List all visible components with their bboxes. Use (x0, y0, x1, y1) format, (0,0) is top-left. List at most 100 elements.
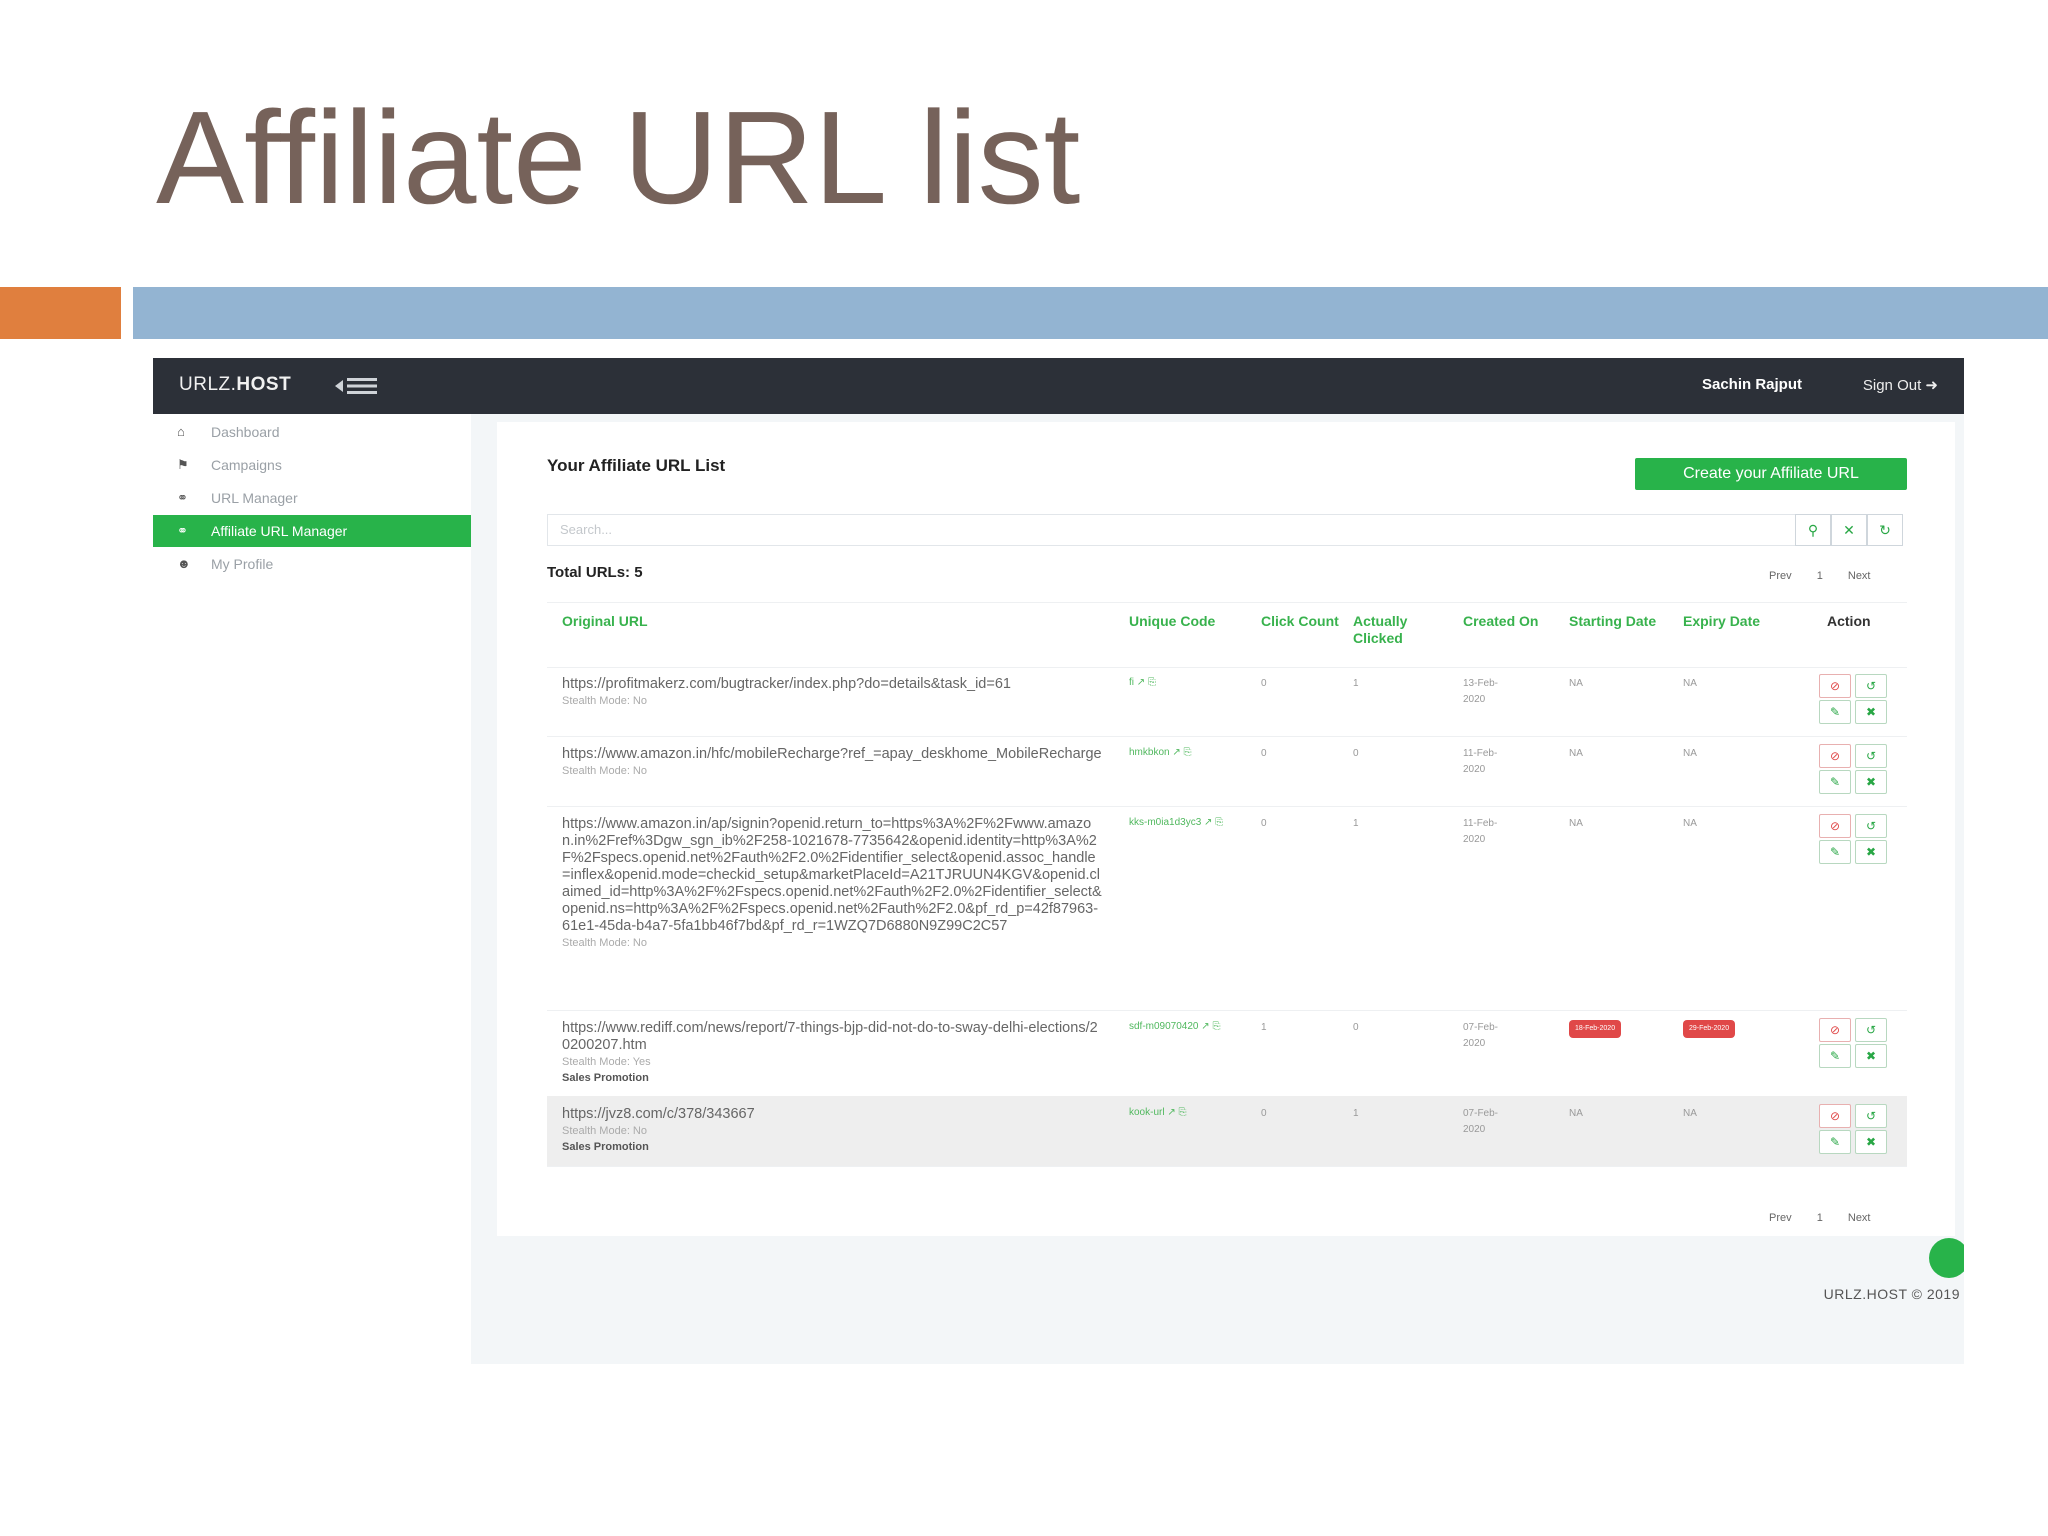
unique-code-link[interactable]: kks-m0ia1d3yc3 (1129, 817, 1201, 828)
disable-icon: ⊘ (1829, 1023, 1841, 1037)
click-count-cell: 0 (1261, 816, 1351, 832)
stealth-mode-label: Stealth Mode: Yes (562, 1056, 651, 1068)
unique-code-cell: kook-url ↗ ⎘ (1129, 1106, 1229, 1120)
reset-icon: ↺ (1865, 1023, 1877, 1037)
create-affiliate-url-button[interactable]: Create your Affiliate URL (1635, 458, 1907, 490)
copy-icon[interactable]: ⎘ (1181, 747, 1192, 758)
original-url-link[interactable]: https://profitmakerz.com/bugtracker/inde… (562, 676, 1102, 693)
slide-title: Affiliate URL list (156, 84, 1081, 231)
delete-icon: ✖ (1865, 775, 1877, 789)
cell-value: 0 (1261, 678, 1267, 689)
disable-button[interactable]: ⊘ (1819, 1018, 1851, 1042)
sidebar-item-my-profile[interactable]: ☻ My Profile (153, 548, 471, 580)
clear-search-button[interactable]: ✕ (1831, 514, 1867, 546)
unique-code-link[interactable]: kook-url (1129, 1107, 1165, 1118)
reset-button[interactable]: ↺ (1855, 1018, 1887, 1042)
cell-value: NA (1683, 678, 1697, 689)
disable-button[interactable]: ⊘ (1819, 1104, 1851, 1128)
disable-button[interactable]: ⊘ (1819, 674, 1851, 698)
refresh-button[interactable]: ↻ (1867, 514, 1903, 546)
pager-page[interactable]: 1 (1817, 570, 1823, 582)
sidebar-item-dashboard[interactable]: ⌂ Dashboard (153, 416, 471, 448)
column-header-expiry-date: Expiry Date (1683, 613, 1761, 629)
reset-button[interactable]: ↺ (1855, 814, 1887, 838)
pager-bottom: Prev 1 Next (1747, 1212, 1871, 1224)
search-button[interactable]: ⚲ (1795, 514, 1831, 546)
delete-button[interactable]: ✖ (1855, 1044, 1887, 1068)
reset-button[interactable]: ↺ (1855, 674, 1887, 698)
menu-toggle-icon[interactable] (335, 375, 381, 397)
delete-icon: ✖ (1865, 1135, 1877, 1149)
sidebar-item-label: My Profile (211, 556, 274, 572)
user-name[interactable]: Sachin Rajput (1702, 376, 1802, 393)
unique-code-cell: kks-m0ia1d3yc3 ↗ ⎘ (1129, 816, 1229, 830)
unique-code-link[interactable]: sdf-m09070420 (1129, 1021, 1199, 1032)
delete-button[interactable]: ✖ (1855, 1130, 1887, 1154)
cell-value: 0 (1353, 1022, 1359, 1033)
cell-value: 0 (1353, 748, 1359, 759)
edit-button[interactable]: ✎ (1819, 840, 1851, 864)
external-link-icon[interactable]: ↗ (1170, 747, 1180, 758)
sidebar-item-campaigns[interactable]: ⚑ Campaigns (153, 449, 471, 481)
external-link-icon[interactable]: ↗ (1134, 677, 1145, 688)
starting-date-cell: NA (1569, 816, 1659, 832)
starting-date-cell: NA (1569, 676, 1659, 692)
delete-button[interactable]: ✖ (1855, 770, 1887, 794)
copy-icon[interactable]: ⎘ (1176, 1107, 1187, 1118)
signout-link[interactable]: Sign Out ➜ (1863, 376, 1938, 394)
table-header: Original URL Unique Code Click Count Actual… (547, 602, 1907, 668)
top-navbar: URLZ.HOST Sachin Rajput Sign Out ➜ (153, 358, 1964, 414)
pager-prev[interactable]: Prev (1769, 1212, 1792, 1224)
sidebar-item-affiliate-url-manager[interactable]: ⚭ Affiliate URL Manager (153, 515, 471, 547)
reset-button[interactable]: ↺ (1855, 1104, 1887, 1128)
copy-icon[interactable]: ⎘ (1210, 1021, 1220, 1032)
brand-logo[interactable]: URLZ.HOST (179, 374, 291, 396)
starting-date-cell: NA (1569, 1106, 1659, 1122)
pager-page[interactable]: 1 (1817, 1212, 1823, 1224)
sidebar: ⌂ Dashboard ⚑ Campaigns ⚭ URL Manager ⚭ Affilia… (153, 414, 471, 1364)
disable-button[interactable]: ⊘ (1819, 744, 1851, 768)
copy-icon[interactable]: ⎘ (1212, 817, 1223, 828)
cell-value: 0 (1261, 818, 1267, 829)
delete-button[interactable]: ✖ (1855, 700, 1887, 724)
original-url-link[interactable]: https://www.rediff.com/news/report/7-thi… (562, 1020, 1102, 1054)
total-urls-count: Total URLs: 5 (547, 564, 643, 581)
search-input[interactable] (548, 515, 1772, 543)
chat-bubble-icon[interactable] (1929, 1238, 1964, 1278)
external-link-icon[interactable]: ↗ (1201, 817, 1212, 828)
cell-value: NA (1683, 818, 1697, 829)
reset-icon: ↺ (1865, 749, 1877, 763)
sidebar-item-url-manager[interactable]: ⚭ URL Manager (153, 482, 471, 514)
disable-button[interactable]: ⊘ (1819, 814, 1851, 838)
edit-button[interactable]: ✎ (1819, 770, 1851, 794)
footer-copyright: URLZ.HOST © 2019 (1823, 1286, 1960, 1302)
edit-button[interactable]: ✎ (1819, 1130, 1851, 1154)
copy-icon[interactable]: ⎘ (1145, 677, 1156, 688)
cell-value: NA (1569, 748, 1583, 759)
edit-button[interactable]: ✎ (1819, 700, 1851, 724)
unique-code-link[interactable]: hmkbkon (1129, 747, 1170, 758)
pager-next[interactable]: Next (1848, 1212, 1871, 1224)
pager-next[interactable]: Next (1848, 570, 1871, 582)
original-url-link[interactable]: https://www.amazon.in/ap/signin?openid.r… (562, 816, 1102, 935)
cell-value: 11-Feb-2020 (1463, 748, 1498, 775)
table-row: https://www.rediff.com/news/report/7-thi… (547, 1010, 1907, 1097)
external-link-icon[interactable]: ↗ (1165, 1107, 1175, 1118)
pager-prev[interactable]: Prev (1769, 570, 1792, 582)
reset-button[interactable]: ↺ (1855, 744, 1887, 768)
created-on-cell: 11-Feb-2020 (1463, 746, 1517, 778)
accent-bar-orange (0, 287, 121, 339)
actually-clicked-cell: 1 (1353, 816, 1443, 832)
home-icon: ⌂ (177, 424, 185, 439)
original-url-cell: https://jvz8.com/c/378/343667 Stealth Mod… (562, 1106, 1102, 1155)
date-badge: 29-Feb-2020 (1683, 1020, 1736, 1038)
unique-code-cell: sdf-m09070420 ↗ ⎘ (1129, 1020, 1229, 1034)
edit-button[interactable]: ✎ (1819, 1044, 1851, 1068)
user-icon: ☻ (177, 556, 191, 571)
external-link-icon[interactable]: ↗ (1199, 1021, 1209, 1032)
original-url-link[interactable]: https://www.amazon.in/hfc/mobileRecharge… (562, 746, 1102, 763)
delete-button[interactable]: ✖ (1855, 840, 1887, 864)
reset-icon: ↺ (1865, 1109, 1877, 1123)
original-url-link[interactable]: https://jvz8.com/c/378/343667 (562, 1106, 1102, 1123)
delete-icon: ✖ (1865, 845, 1877, 859)
